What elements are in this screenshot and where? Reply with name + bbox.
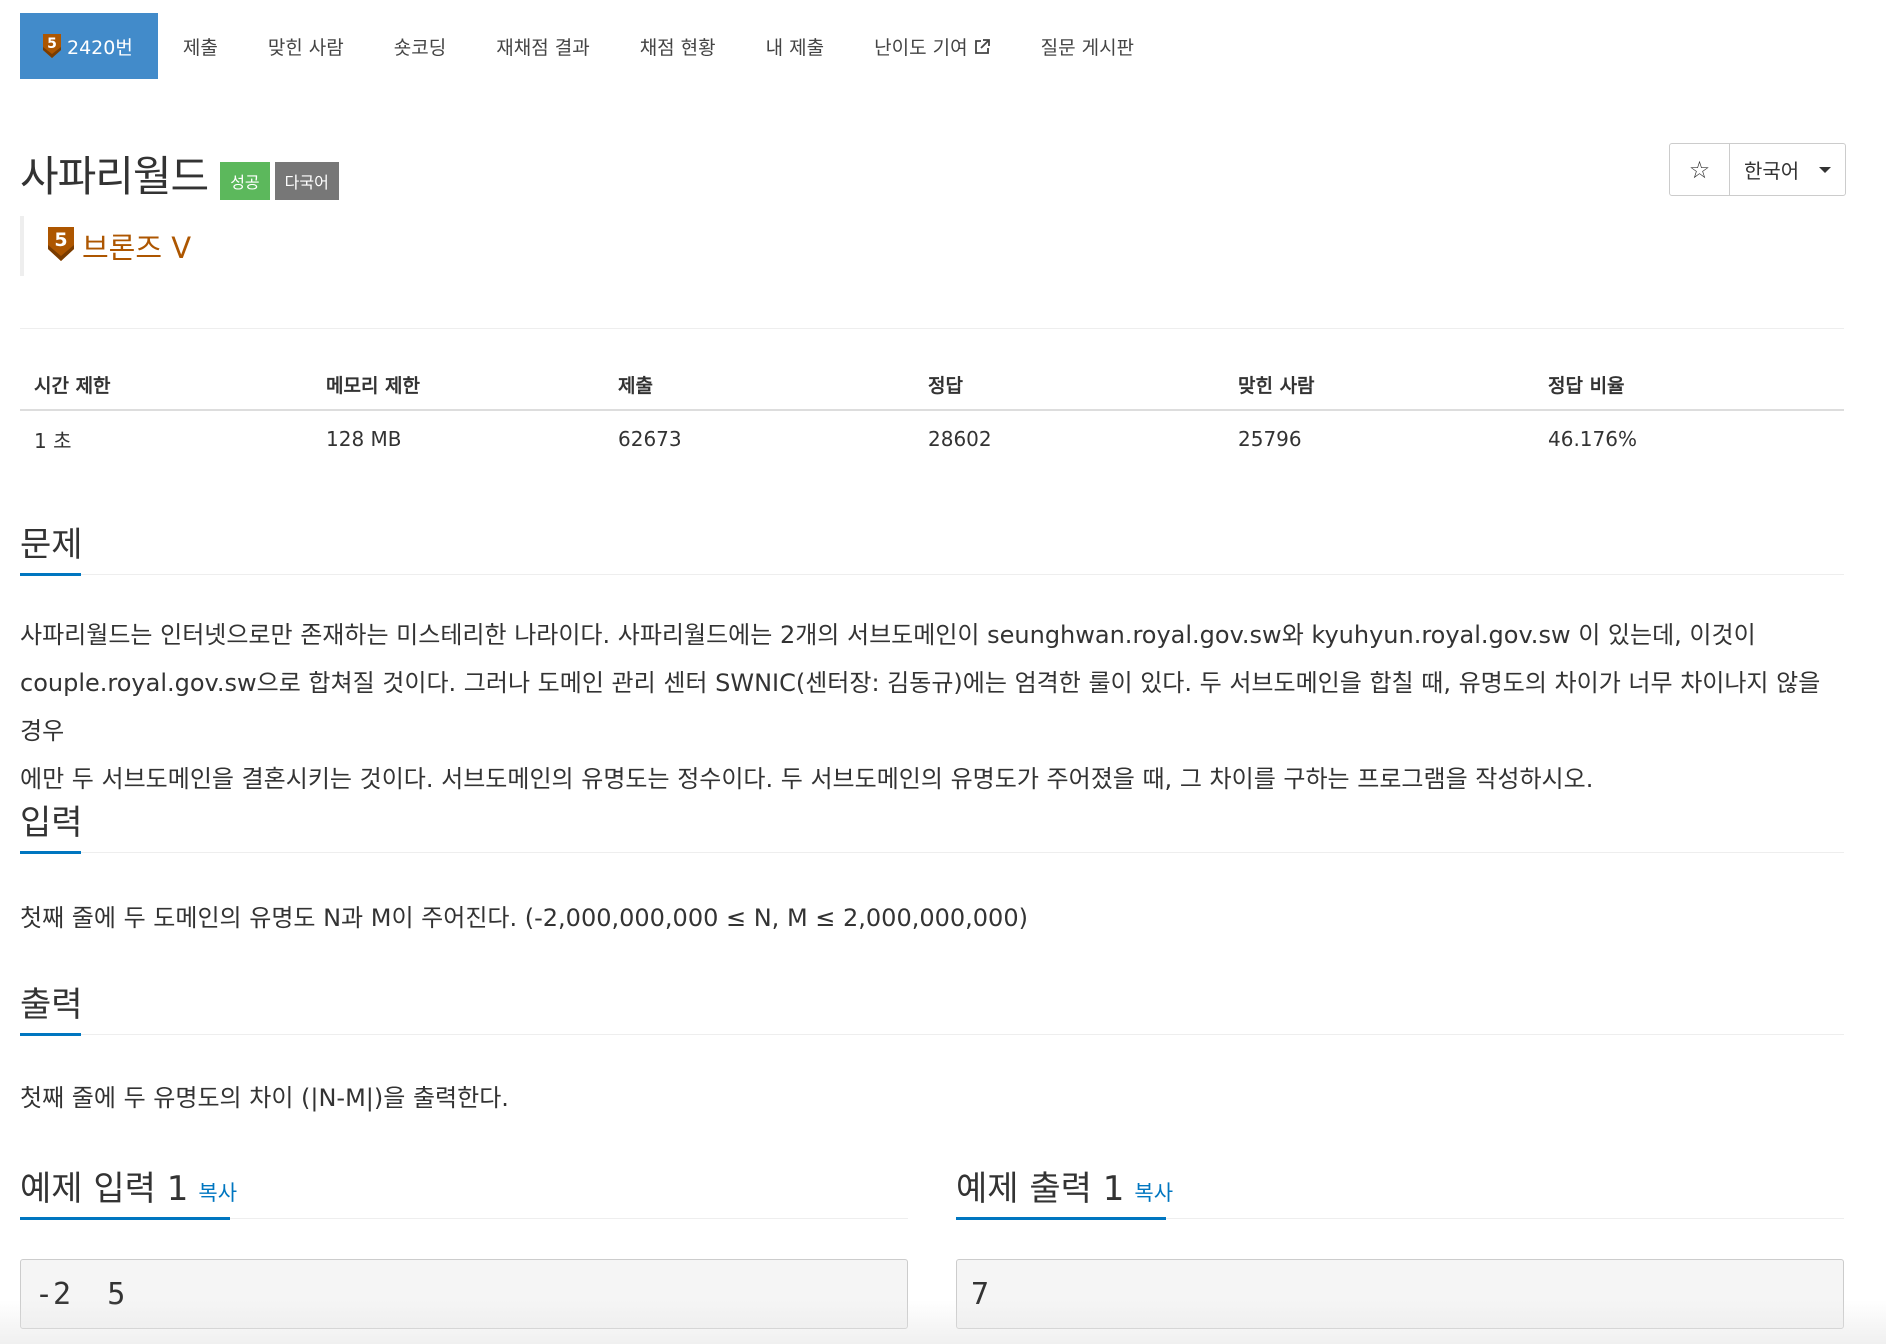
output-description: 첫째 줄에 두 유명도의 차이 (|N-M|)을 출력한다. [20, 1084, 509, 1112]
tab-judge-status[interactable]: 채점 현황 [615, 13, 741, 79]
section-title: 출력 [20, 985, 83, 1025]
section-divider [20, 574, 1844, 575]
section-underline [20, 1033, 81, 1036]
multilang-badge: 다국어 [274, 161, 339, 200]
table-header-cell: 제출 [618, 375, 653, 397]
table-header-cell: 맞힌 사람 [1238, 375, 1315, 397]
language-select-value: 한국어 [1744, 159, 1800, 183]
tier-blockquote: 5 브론즈 V [20, 216, 191, 276]
section-underline [20, 851, 81, 854]
problem-description: 사파리월드는 인터넷으로만 존재하는 미스테리한 나라이다. 사파리월드에는 2… [20, 611, 1844, 803]
table-cell: 62673 [618, 427, 682, 451]
tier-label[interactable]: 브론즈 V [82, 225, 191, 267]
table-header-cell: 정답 [928, 375, 963, 397]
description-section: 문제 사파리월드는 인터넷으로만 존재하는 미스테리한 나라이다. 사파리월드에… [20, 516, 1844, 803]
section-title: 예제 출력 1 복사 [956, 1161, 1173, 1210]
table-header-cell: 정답 비율 [1548, 375, 1625, 397]
problem-title-row: 사파리월드 성공 다국어 [20, 143, 339, 204]
tab-submit[interactable]: 제출 [158, 13, 243, 79]
tab-solved-users[interactable]: 맞힌 사람 [243, 13, 369, 79]
copy-button[interactable]: 복사 [198, 1181, 237, 1205]
language-select[interactable]: 한국어 [1730, 144, 1845, 195]
table-cell: 128 MB [326, 427, 402, 451]
sample-output-title: 예제 출력 1 [956, 1169, 1125, 1209]
section-header: 출력 [20, 976, 1844, 1036]
tab-difficulty-label: 난이도 기여 [874, 36, 968, 59]
problem-actions: ☆ 한국어 [1669, 143, 1846, 196]
copy-button[interactable]: 복사 [1134, 1181, 1173, 1205]
tab-question-board[interactable]: 질문 게시판 [1016, 13, 1159, 79]
tab-problem-label: 2420번 [67, 36, 133, 59]
table-cell: 28602 [928, 427, 992, 451]
table-row: 1 초 128 MB 62673 28602 25796 46.176% [20, 411, 1844, 467]
sample-input-box[interactable]: -2 5 [20, 1259, 908, 1329]
problem-menu-tabs: 5 2420번 제출 맞힌 사람 숏코딩 재채점 결과 채점 현황 내 제출 난… [20, 13, 1159, 79]
sample-input-title: 예제 입력 1 [20, 1169, 189, 1209]
table-header-cell: 메모리 제한 [326, 375, 421, 397]
input-description: 첫째 줄에 두 도메인의 유명도 N과 M이 주어진다. (-2,000,000… [20, 904, 1028, 932]
section-divider [20, 1034, 1844, 1035]
table-header-row: 시간 제한 메모리 제한 제출 정답 맞힌 사람 정답 비율 [20, 360, 1844, 411]
section-title: 입력 [20, 803, 83, 843]
svg-text:5: 5 [47, 36, 57, 52]
table-header-cell: 시간 제한 [34, 375, 111, 397]
section-divider [20, 852, 1844, 853]
section-header: 문제 [20, 516, 1844, 576]
description-line: 사파리월드는 인터넷으로만 존재하는 미스테리한 나라이다. 사파리월드에는 2… [20, 621, 1756, 649]
svg-text:5: 5 [54, 229, 67, 251]
sample-output-box[interactable]: 7 [956, 1259, 1844, 1329]
bronze-tier-icon: 5 [42, 33, 62, 59]
section-title: 문제 [20, 525, 83, 565]
problem-info-table: 시간 제한 메모리 제한 제출 정답 맞힌 사람 정답 비율 1 초 128 M… [20, 360, 1844, 467]
caret-down-icon [1819, 166, 1831, 173]
star-icon[interactable]: ☆ [1670, 144, 1730, 195]
table-cell: 25796 [1238, 427, 1302, 451]
section-header: 예제 입력 1 복사 [20, 1160, 908, 1220]
section-header: 입력 [20, 794, 1844, 854]
output-section: 출력 첫째 줄에 두 유명도의 차이 (|N-M|)을 출력한다. [20, 976, 1844, 1122]
page-title: 사파리월드 [20, 152, 209, 201]
external-link-icon [974, 38, 991, 55]
section-underline [956, 1217, 1166, 1220]
table-cell: 46.176% [1548, 427, 1637, 451]
success-badge: 성공 [220, 161, 270, 200]
tab-difficulty-contribution[interactable]: 난이도 기여 [849, 13, 1015, 79]
sample-output-section: 예제 출력 1 복사 7 [956, 1160, 1844, 1329]
section-underline [20, 1217, 230, 1220]
tab-short-coding[interactable]: 숏코딩 [369, 13, 471, 79]
tab-problem[interactable]: 5 2420번 [20, 13, 158, 79]
tab-my-submissions[interactable]: 내 제출 [741, 13, 849, 79]
divider [20, 328, 1844, 329]
section-title: 예제 입력 1 복사 [20, 1161, 237, 1210]
sample-input-section: 예제 입력 1 복사 -2 5 [20, 1160, 908, 1329]
description-line: couple.royal.gov.sw으로 합쳐질 것이다. 그러나 도메인 관… [20, 669, 1821, 745]
section-header: 예제 출력 1 복사 [956, 1160, 1844, 1220]
table-cell: 1 초 [34, 428, 72, 453]
section-underline [20, 573, 81, 576]
input-section: 입력 첫째 줄에 두 도메인의 유명도 N과 M이 주어진다. (-2,000,… [20, 794, 1844, 942]
bronze-tier-icon: 5 [47, 226, 75, 266]
tab-rejudge-results[interactable]: 재채점 결과 [471, 13, 614, 79]
